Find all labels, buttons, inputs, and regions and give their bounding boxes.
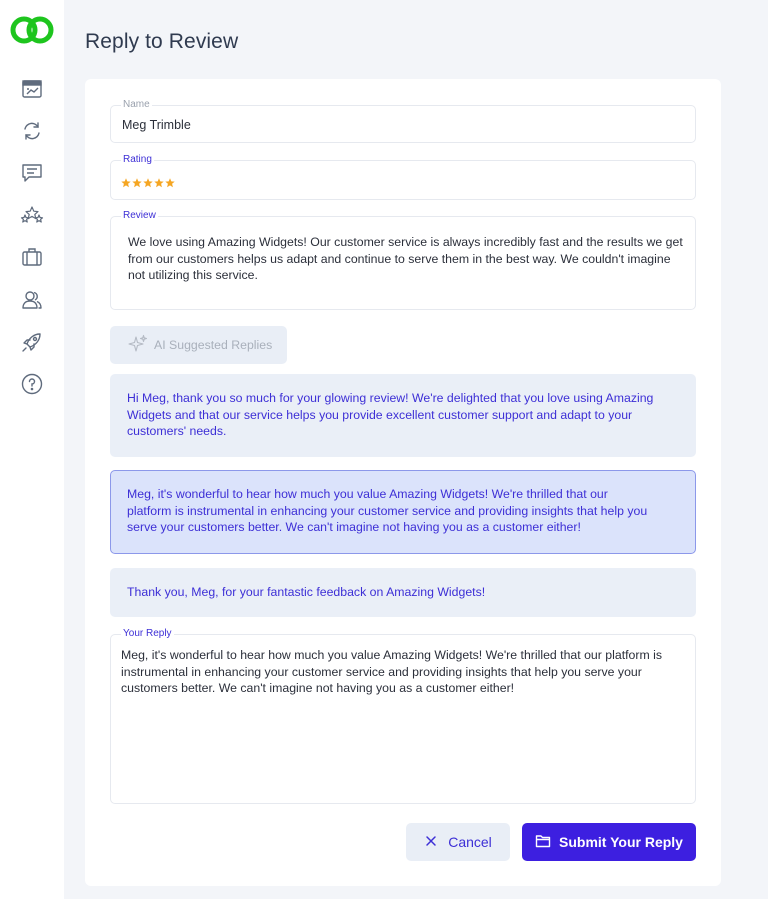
your-reply-label: Your Reply [121, 627, 174, 641]
page-title: Reply to Review [85, 30, 239, 53]
your-reply-textarea[interactable]: Your Reply Meg, it's wonderful to hear h… [110, 627, 696, 804]
review-field[interactable]: Review We love using Amazing Widgets! Ou… [110, 209, 696, 310]
star-icon [165, 178, 175, 188]
rating-label: Rating [121, 153, 154, 167]
cancel-button[interactable]: Cancel [406, 823, 510, 861]
review-label: Review [121, 209, 158, 223]
star-icon [143, 178, 153, 188]
suggested-reply-option[interactable]: Hi Meg, thank you so much for your glowi… [110, 374, 696, 457]
close-icon [424, 834, 448, 851]
reply-form-card: Name Meg Trimble Rating Review We love u… [85, 79, 721, 886]
nav-stars-icon[interactable] [18, 201, 46, 229]
ai-suggested-replies-button[interactable]: AI Suggested Replies [110, 326, 287, 364]
nav-help-icon[interactable] [18, 370, 46, 398]
suggested-reply-text: Hi Meg, thank you so much for your glowi… [127, 391, 654, 439]
review-text: We love using Amazing Widgets! Our custo… [128, 235, 683, 283]
sidebar [0, 0, 64, 899]
suggested-reply-text: Meg, it's wonderful to hear how much you… [127, 487, 648, 535]
your-reply-text: Meg, it's wonderful to hear how much you… [121, 648, 662, 696]
nav-rocket-icon[interactable] [18, 328, 46, 356]
nav-chat-icon[interactable] [18, 159, 46, 187]
star-icon [132, 178, 142, 188]
submit-reply-button[interactable]: Submit Your Reply [522, 823, 696, 861]
nav-users-icon[interactable] [18, 286, 46, 314]
star-icon [121, 178, 131, 188]
submit-reply-label: Submit Your Reply [559, 834, 683, 850]
name-label: Name [121, 98, 152, 112]
nav-sync-icon[interactable] [18, 117, 46, 145]
cancel-label: Cancel [448, 834, 492, 850]
brand-logo[interactable] [8, 12, 56, 48]
nav-briefcase-icon[interactable] [18, 243, 46, 271]
star-rating[interactable] [121, 178, 175, 188]
nav-dashboard-icon[interactable] [18, 75, 46, 103]
suggested-reply-text: Thank you, Meg, for your fantastic feedb… [127, 585, 486, 599]
sparkle-icon [128, 334, 154, 357]
name-value: Meg Trimble [122, 118, 191, 132]
suggested-reply-option-selected[interactable]: Meg, it's wonderful to hear how much you… [110, 470, 696, 554]
name-field[interactable]: Name Meg Trimble [110, 98, 696, 143]
star-icon [154, 178, 164, 188]
rating-field[interactable]: Rating [110, 153, 696, 200]
folder-icon [535, 833, 559, 852]
ai-suggested-replies-label: AI Suggested Replies [154, 338, 273, 352]
suggested-reply-option[interactable]: Thank you, Meg, for your fantastic feedb… [110, 568, 696, 617]
